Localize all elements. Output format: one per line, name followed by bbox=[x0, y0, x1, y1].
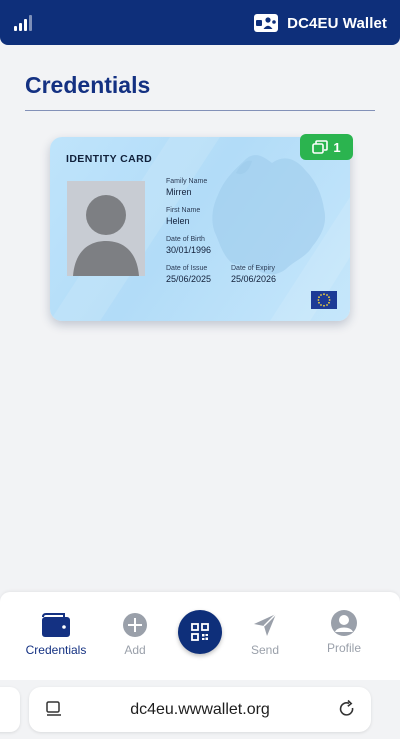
browser-toolbar: dc4eu.wwwallet.org bbox=[0, 680, 400, 739]
date-of-birth-value: 30/01/1996 bbox=[166, 245, 212, 255]
signal-bars-icon bbox=[14, 13, 38, 31]
stack-icon bbox=[312, 140, 329, 154]
app-header: DC4EU Wallet bbox=[0, 0, 400, 45]
date-of-birth-label: Date of Birth bbox=[166, 236, 205, 243]
url-text: dc4eu.wwwallet.org bbox=[130, 701, 270, 718]
brand-name: DC4EU Wallet bbox=[287, 14, 387, 32]
nav-credentials-label: Credentials bbox=[25, 643, 87, 657]
user-circle-icon bbox=[327, 608, 361, 638]
portrait-placeholder bbox=[67, 181, 145, 276]
date-of-issue-value: 25/06/2025 bbox=[166, 274, 212, 284]
brand[interactable]: DC4EU Wallet bbox=[253, 11, 387, 35]
send-icon bbox=[248, 610, 282, 640]
identity-card[interactable]: IDENTITY CARD Family Name Mirren First N… bbox=[50, 137, 350, 321]
credential-count: 1 bbox=[333, 139, 341, 155]
page-title: Credentials bbox=[25, 72, 151, 98]
date-of-expiry-value: 25/06/2026 bbox=[231, 274, 277, 284]
family-name-label: Family Name bbox=[166, 178, 208, 185]
card-title: IDENTITY CARD bbox=[66, 153, 153, 165]
qr-scan-button[interactable] bbox=[178, 610, 222, 654]
nav-credentials[interactable]: Credentials bbox=[22, 610, 90, 657]
date-of-expiry-label: Date of Expiry bbox=[231, 265, 275, 272]
title-divider bbox=[25, 110, 375, 111]
plus-circle-icon bbox=[118, 610, 152, 640]
credential-count-badge[interactable]: 1 bbox=[300, 134, 353, 160]
eu-flag-icon bbox=[311, 291, 337, 309]
address-bar[interactable]: dc4eu.wwwallet.org bbox=[29, 687, 371, 732]
first-name-label: First Name bbox=[166, 207, 201, 214]
wallet-icon bbox=[39, 610, 73, 640]
nav-send[interactable]: Send bbox=[240, 610, 290, 657]
date-of-issue-label: Date of Issue bbox=[166, 265, 208, 272]
person-silhouette-icon bbox=[73, 195, 139, 276]
bottom-nav: Credentials Add Send Profile bbox=[0, 592, 400, 680]
nav-profile[interactable]: Profile bbox=[316, 608, 372, 655]
wallet-logo-icon bbox=[254, 14, 279, 32]
previous-tab[interactable] bbox=[0, 687, 20, 732]
qr-scan-icon bbox=[191, 623, 209, 641]
reload-icon[interactable] bbox=[337, 699, 357, 719]
first-name-value: Helen bbox=[166, 216, 190, 226]
nav-send-label: Send bbox=[250, 643, 280, 657]
nav-add[interactable]: Add bbox=[110, 610, 160, 657]
nav-profile-label: Profile bbox=[326, 641, 361, 655]
nav-add-label: Add bbox=[124, 643, 146, 657]
family-name-value: Mirren bbox=[166, 187, 192, 197]
